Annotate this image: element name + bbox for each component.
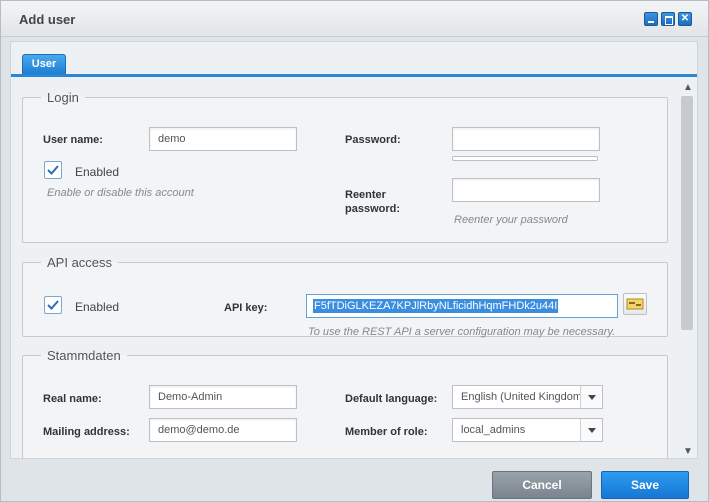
stammdaten-legend: Stammdaten <box>47 348 121 363</box>
api-key-selected-text: F5fTDiGLKEZA7KPJlRbyNLficidhHqmFHDk2u44I <box>313 299 559 313</box>
api-access-legend: API access <box>47 255 113 270</box>
member-of-role-label: Member of role: <box>345 426 428 438</box>
reenter-password-input[interactable] <box>452 178 600 202</box>
api-key-input[interactable]: F5fTDiGLKEZA7KPJlRbyNLficidhHqmFHDk2u44I <box>306 294 618 318</box>
api-enabled-checkbox[interactable] <box>44 296 62 314</box>
stammdaten-fieldset: Stammdaten Real name: Demo-Admin Mailing… <box>22 348 668 458</box>
login-legend: Login <box>47 90 79 105</box>
scrollbar-thumb[interactable] <box>681 96 693 330</box>
reenter-password-hint: Reenter your password <box>454 214 568 226</box>
default-language-value: English (United Kingdom <box>461 391 583 403</box>
title-bar[interactable]: Add user ✕ <box>1 1 708 37</box>
api-access-fieldset: API access Enabled API key: F5fTDiGLKEZA… <box>22 255 668 338</box>
user-name-label: User name: <box>43 134 103 146</box>
scroll-down-icon[interactable]: ▼ <box>683 446 693 457</box>
reenter-password-label-line1: Reenter <box>345 189 386 201</box>
enabled-checkbox[interactable] <box>44 161 62 179</box>
tab-user[interactable]: User <box>22 54 66 74</box>
password-input[interactable] <box>452 127 600 151</box>
add-user-dialog: Add user ✕ User Login User name: demo Pa… <box>0 0 709 502</box>
key-card-icon <box>626 298 644 310</box>
chevron-down-icon[interactable] <box>580 419 602 441</box>
tab-underline <box>11 74 697 77</box>
close-icon[interactable]: ✕ <box>678 12 692 26</box>
member-of-role-select[interactable]: local_admins <box>452 418 603 442</box>
checkmark-icon <box>47 165 59 175</box>
real-name-label: Real name: <box>43 393 102 405</box>
login-fieldset: Login User name: demo Password: Enabled … <box>22 90 668 243</box>
default-language-label: Default language: <box>345 393 438 405</box>
minimize-icon[interactable] <box>644 12 658 26</box>
reenter-password-label-line2: password: <box>345 203 401 215</box>
api-enabled-label: Enabled <box>75 300 120 314</box>
scroll-up-icon[interactable]: ▲ <box>683 82 693 93</box>
api-key-label: API key: <box>224 302 268 314</box>
user-name-input[interactable]: demo <box>149 127 297 151</box>
password-label: Password: <box>345 134 401 146</box>
cancel-button[interactable]: Cancel <box>492 471 592 499</box>
vertical-scrollbar[interactable]: ▲ ▼ <box>679 78 695 458</box>
enabled-hint: Enable or disable this account <box>47 187 194 199</box>
mailing-address-label: Mailing address: <box>43 426 130 438</box>
member-of-role-value: local_admins <box>461 424 526 436</box>
enabled-label: Enabled <box>75 165 120 179</box>
mailing-address-input[interactable]: demo@demo.de <box>149 418 297 442</box>
maximize-icon[interactable] <box>661 12 675 26</box>
dialog-title: Add user <box>19 12 76 27</box>
generate-key-button[interactable] <box>623 293 647 315</box>
dialog-content: User Login User name: demo Password: Ena… <box>10 41 698 459</box>
checkmark-icon <box>47 300 59 310</box>
form-scroll-area: Login User name: demo Password: Enabled … <box>11 78 697 458</box>
chevron-down-icon[interactable] <box>580 386 602 408</box>
password-strength-bar <box>452 156 598 161</box>
default-language-select[interactable]: English (United Kingdom <box>452 385 603 409</box>
real-name-input[interactable]: Demo-Admin <box>149 385 297 409</box>
api-hint: To use the REST API a server configurati… <box>308 326 616 338</box>
save-button[interactable]: Save <box>601 471 689 499</box>
